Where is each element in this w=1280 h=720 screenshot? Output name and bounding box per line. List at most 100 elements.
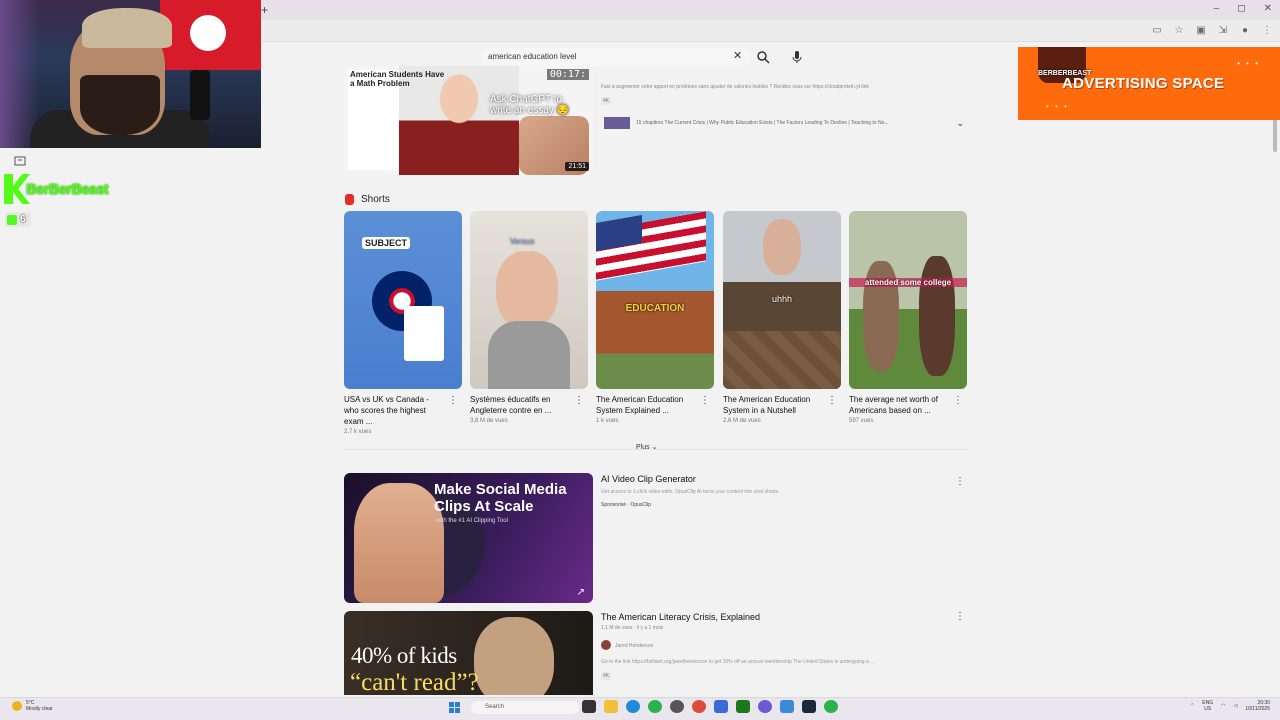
- app-icon[interactable]: [736, 700, 750, 713]
- viewer-count: 6: [5, 212, 31, 227]
- thumbnail-caption: Ask ChatGPT to write an essay 😔: [490, 94, 570, 116]
- short-thumbnail[interactable]: Versus: [470, 211, 588, 389]
- clock[interactable]: 20:30 10/11/2025: [1245, 700, 1270, 712]
- short-card[interactable]: attended some college The average net wo…: [849, 211, 967, 424]
- streamer-name-overlay: BerBerBeast: [4, 172, 120, 208]
- cast-icon[interactable]: ▭: [1152, 25, 1162, 36]
- more-options-icon[interactable]: ⋮: [700, 395, 710, 406]
- app-icon[interactable]: [670, 700, 684, 713]
- video-duration: 21:51: [565, 162, 589, 171]
- box-icon[interactable]: [14, 155, 26, 166]
- short-title[interactable]: The American Education System Explained …: [596, 394, 696, 416]
- short-thumbnail[interactable]: attended some college: [849, 211, 967, 389]
- short-title[interactable]: USA vs UK vs Canada - who scores the hig…: [344, 394, 444, 427]
- short-title[interactable]: The American Education System in a Nutsh…: [723, 394, 823, 416]
- short-views: 597 vues: [849, 418, 874, 424]
- short-title[interactable]: Systèmes éducatifs en Angleterre contre …: [470, 394, 570, 416]
- sponsored-label: Sponsorisé · OpusClip: [601, 502, 652, 508]
- webcam-overlay: [0, 0, 261, 148]
- browser-menu-icon[interactable]: ⋮: [1262, 25, 1272, 36]
- volume-icon[interactable]: ◁: [1233, 703, 1237, 709]
- steam-icon[interactable]: [802, 700, 816, 713]
- ad-video-thumbnail[interactable]: Make Social Media Clips At Scale with th…: [344, 473, 593, 603]
- short-card[interactable]: EDUCATION The American Education System …: [596, 211, 714, 424]
- chapters-row[interactable]: 15 chapitres The Current Crisis | Why Pu…: [604, 116, 964, 130]
- tray-expand-icon[interactable]: ⌃: [1190, 703, 1194, 709]
- file-explorer-icon[interactable]: [604, 700, 618, 713]
- app-icon[interactable]: [780, 700, 794, 713]
- downloads-icon[interactable]: ⇲: [1218, 25, 1228, 36]
- more-options-icon[interactable]: ⋮: [953, 395, 963, 406]
- tunisia-flag: [160, 0, 261, 70]
- microphone-icon[interactable]: [790, 50, 804, 64]
- video-meta: 1,1 M de vues · il y a 1 mois: [601, 625, 664, 631]
- chevron-down-icon[interactable]: ⌄: [956, 118, 964, 129]
- advertising-banner: BERBERBEAST ADVERTISING SPACE • • • • • …: [1018, 47, 1280, 120]
- video-thumbnail-math-problem[interactable]: American Students Have a Math Problem As…: [344, 66, 593, 175]
- more-options-icon[interactable]: ⋮: [448, 395, 458, 406]
- chrome-icon[interactable]: [648, 700, 662, 713]
- app-icon[interactable]: [714, 700, 728, 713]
- app-icon[interactable]: [692, 700, 706, 713]
- browser-toolbar: [262, 20, 1280, 42]
- region-indicator: US: [1204, 706, 1212, 712]
- thumbnail-timer: 00:17:: [546, 69, 589, 80]
- thumbnail-quote: “can't read”?: [350, 669, 479, 695]
- bookmark-star-icon[interactable]: ☆: [1174, 25, 1184, 36]
- more-options-icon[interactable]: ⋮: [827, 395, 837, 406]
- short-title[interactable]: The average net worth of Americans based…: [849, 394, 949, 416]
- short-caption: Versus: [510, 237, 535, 246]
- profile-icon[interactable]: ●: [1240, 25, 1250, 36]
- advertising-label: ADVERTISING SPACE: [1062, 75, 1225, 92]
- thumbnail-title-text: American Students Have a Math Problem: [350, 70, 445, 88]
- taskbar-search[interactable]: Search: [471, 701, 579, 714]
- short-views: 1 k vues: [596, 418, 619, 424]
- quality-badge: 4K: [601, 97, 612, 105]
- short-thumbnail[interactable]: uhhh: [723, 211, 841, 389]
- edge-icon[interactable]: [626, 700, 640, 713]
- channel-avatar[interactable]: [601, 640, 611, 650]
- app-icon[interactable]: [758, 700, 772, 713]
- more-options-icon[interactable]: ⋮: [955, 611, 965, 622]
- minimize-button[interactable]: –: [1214, 3, 1220, 14]
- short-card[interactable]: SUBJECT USA vs UK vs Canada - who scores…: [344, 211, 462, 435]
- chrome-icon[interactable]: [824, 700, 838, 713]
- search-input[interactable]: american education level: [482, 48, 750, 66]
- ad-thumbnail-headline: Make Social Media Clips At Scale: [434, 481, 567, 515]
- microphone: [190, 70, 210, 120]
- extensions-icon[interactable]: ▣: [1196, 25, 1206, 36]
- channel-name[interactable]: Jared Henderson: [615, 643, 653, 649]
- shorts-icon: [345, 194, 354, 205]
- short-thumbnail[interactable]: EDUCATION: [596, 211, 714, 389]
- video-description: Go to the link https://brilliant.org/jar…: [601, 659, 875, 665]
- viewer-count-value: 6: [20, 214, 26, 225]
- section-divider: [344, 449, 968, 450]
- short-caption: EDUCATION: [625, 303, 685, 314]
- streamer-name: BerBerBeast: [26, 181, 109, 198]
- start-button[interactable]: [449, 702, 460, 713]
- more-options-icon[interactable]: ⋮: [955, 476, 965, 487]
- weather-widget[interactable]: 5°C Mostly clear: [12, 700, 53, 712]
- close-window-button[interactable]: ✕: [1264, 3, 1272, 14]
- external-link-icon[interactable]: ↗: [577, 587, 585, 598]
- quality-badge: 4K: [601, 672, 612, 680]
- video-description: Fais à augmenter votre apport en protéin…: [601, 84, 869, 90]
- ad-title[interactable]: AI Video Clip Generator: [601, 474, 696, 484]
- short-card[interactable]: uhhh The American Education System in a …: [723, 211, 841, 424]
- chapter-thumbnail: [604, 117, 630, 129]
- app-icon[interactable]: [582, 700, 596, 713]
- clear-search-icon[interactable]: ✕: [733, 49, 742, 62]
- weather-icon: [12, 701, 22, 711]
- more-options-icon[interactable]: ⋮: [574, 395, 584, 406]
- short-card[interactable]: Versus Systèmes éducatifs en Angleterre …: [470, 211, 588, 424]
- search-icon[interactable]: [756, 50, 770, 64]
- short-thumbnail[interactable]: SUBJECT: [344, 211, 462, 389]
- new-tab-button[interactable]: +: [261, 3, 268, 17]
- short-caption: SUBJECT: [362, 237, 411, 249]
- video-title[interactable]: The American Literacy Crisis, Explained: [601, 612, 760, 622]
- video-thumbnail-literacy[interactable]: 40% of kids “can't read”?: [344, 611, 593, 695]
- chapters-label: 15 chapitres The Current Crisis | Why Pu…: [636, 120, 889, 126]
- short-views: 2,7 k vues: [344, 429, 372, 435]
- maximize-button[interactable]: ◻: [1237, 3, 1245, 14]
- wifi-icon[interactable]: ◠: [1221, 703, 1225, 709]
